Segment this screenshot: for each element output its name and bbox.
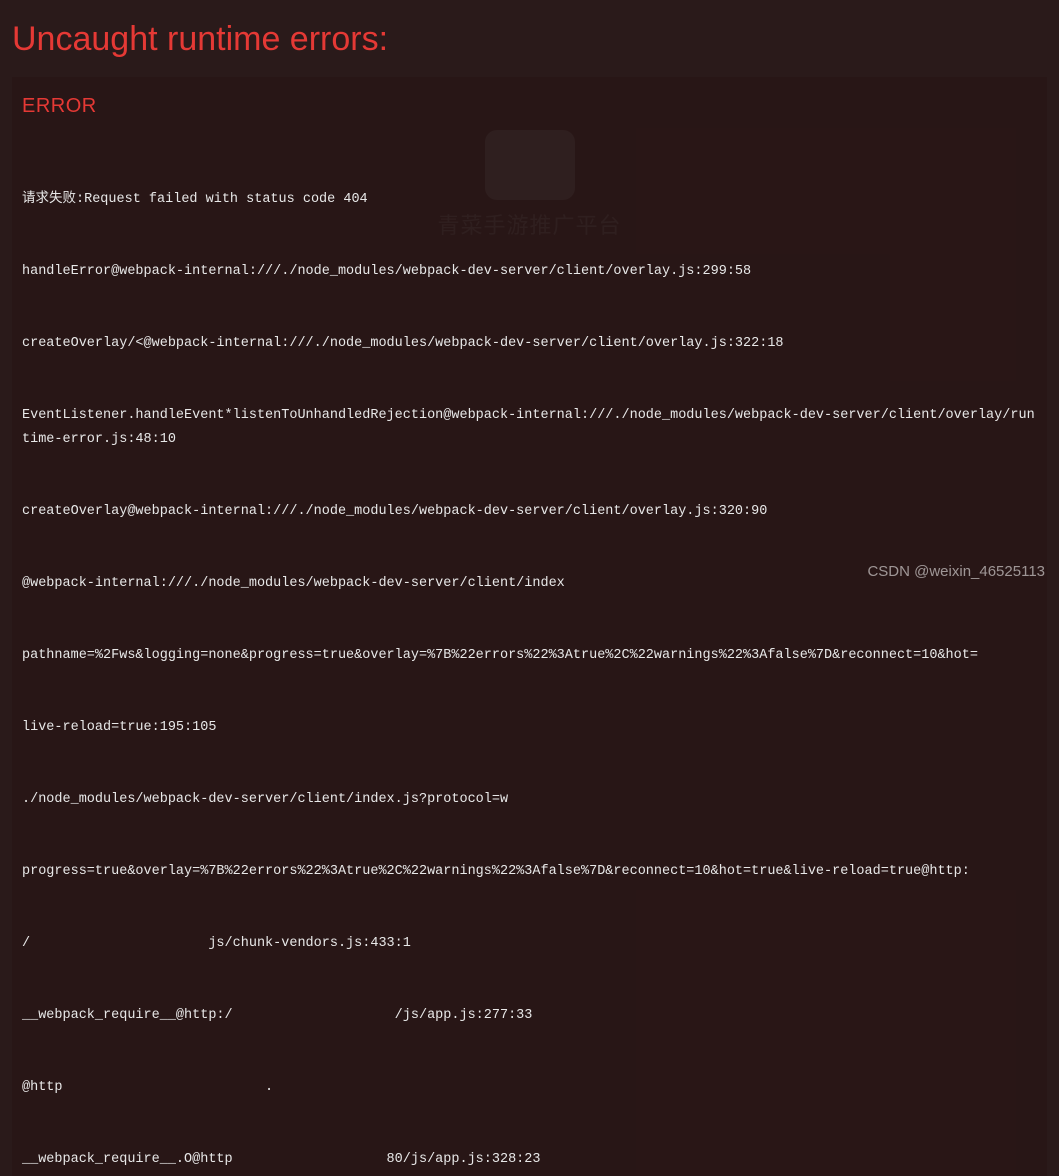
stack-line: EventListener.handleEvent*listenToUnhand… xyxy=(22,404,1037,452)
stack-line: / js/chunk-vendors.js:433:1 xyxy=(22,932,1037,956)
stack-line: createOverlay/<@webpack-internal:///./no… xyxy=(22,332,1037,356)
stack-line: 请求失败:Request failed with status code 404 xyxy=(22,188,1037,212)
stack-line: __webpack_require__.O@http 80/js/app.js:… xyxy=(22,1148,1037,1172)
error-panel: ERROR 请求失败:Request failed with status co… xyxy=(12,77,1047,1176)
stack-line: progress=true&overlay=%7B%22errors%22%3A… xyxy=(22,860,1037,884)
stack-line: @http . xyxy=(22,1076,1037,1100)
stack-trace: 请求失败:Request failed with status code 404… xyxy=(22,140,1037,1176)
stack-line: handleError@webpack-internal:///./node_m… xyxy=(22,260,1037,284)
error-heading: ERROR xyxy=(22,95,1037,118)
stack-line: __webpack_require__@http:/ /js/app.js:27… xyxy=(22,1004,1037,1028)
stack-line: pathname=%2Fws&logging=none&progress=tru… xyxy=(22,644,1037,668)
stack-line: ./node_modules/webpack-dev-server/client… xyxy=(22,788,1037,812)
stack-line: live-reload=true:195:105 xyxy=(22,716,1037,740)
page-title: Uncaught runtime errors: xyxy=(0,0,1059,77)
stack-line: createOverlay@webpack-internal:///./node… xyxy=(22,500,1037,524)
attribution-text: CSDN @weixin_46525113 xyxy=(867,563,1045,580)
